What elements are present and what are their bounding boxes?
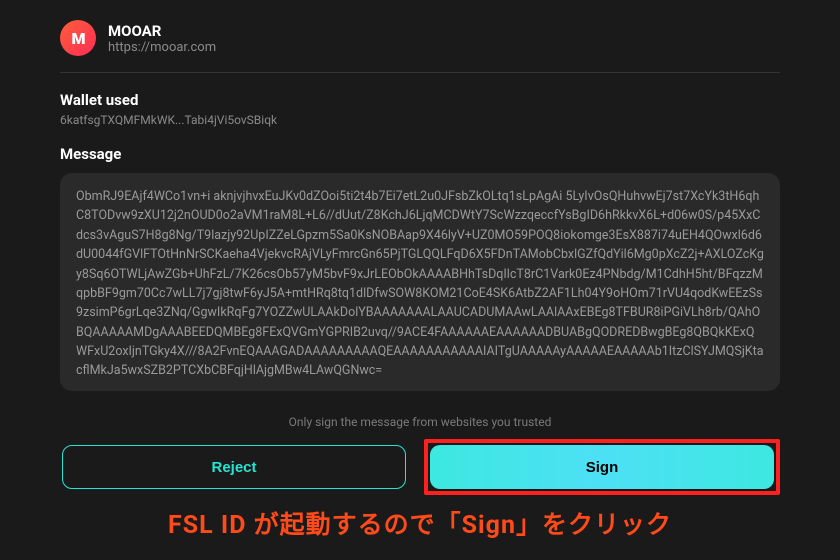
reject-button[interactable]: Reject <box>62 445 406 489</box>
sign-button[interactable]: Sign <box>430 445 774 489</box>
app-name: MOOAR <box>108 22 216 40</box>
modal-header: M MOOAR https://mooar.com <box>60 20 780 73</box>
instruction-annotation: FSL ID が起動するので「Sign」をクリック <box>60 505 780 541</box>
app-url: https://mooar.com <box>108 40 216 55</box>
reject-wrapper: Reject <box>60 439 408 495</box>
message-label: Message <box>60 145 780 163</box>
message-box: ObmRJ9EAjf4WCo1vn+i aknjvjhvxEuJKv0dZOoi… <box>60 173 780 391</box>
sign-highlight-box: Sign <box>424 439 780 495</box>
sign-modal: M MOOAR https://mooar.com Wallet used 6k… <box>60 0 780 541</box>
app-logo-icon: M <box>60 20 96 56</box>
wallet-label: Wallet used <box>60 91 780 109</box>
header-text: MOOAR https://mooar.com <box>108 22 216 55</box>
trust-notice: Only sign the message from websites you … <box>60 415 780 429</box>
wallet-address: 6katfsgTXQMFMkWK...Tabi4jVi5ovSBiqk <box>60 113 780 127</box>
button-row: Reject Sign <box>60 439 780 495</box>
message-body: ObmRJ9EAjf4WCo1vn+i aknjvjhvxEuJKv0dZOoi… <box>76 187 764 381</box>
